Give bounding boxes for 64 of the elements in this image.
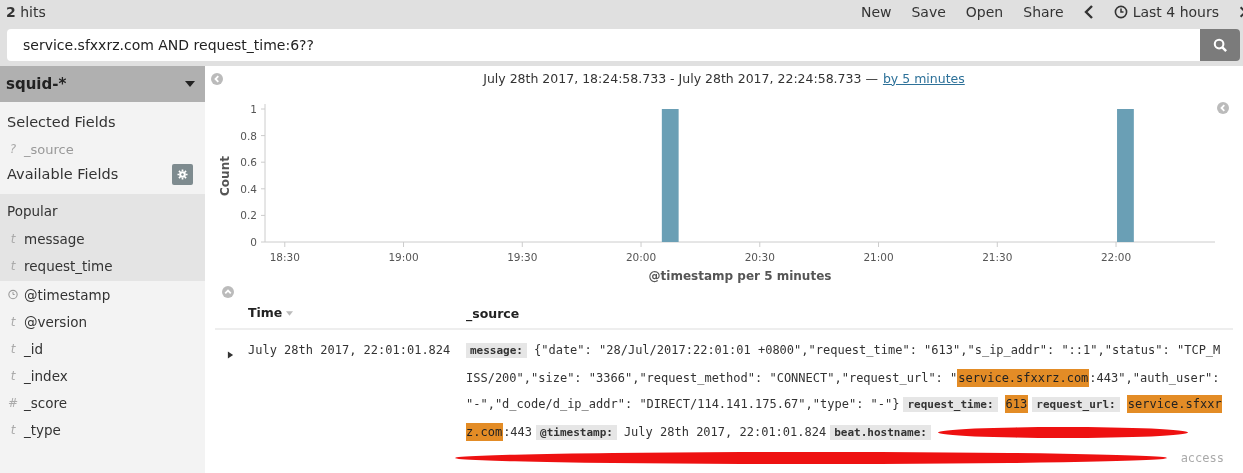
field-type-icon: t xyxy=(8,231,18,246)
section-title: Popular xyxy=(6,202,59,221)
histogram-bar[interactable] xyxy=(661,109,679,242)
expand-toggle[interactable] xyxy=(227,351,234,359)
search-icon xyxy=(1212,37,1228,53)
field-type-icon: # xyxy=(8,395,18,410)
x-tick-label: 21:30 xyxy=(982,251,1013,263)
field-name[interactable]: @timestamp xyxy=(24,286,111,303)
time-range-text: July 28th 2017, 18:24:58.733 - July 28th 2017, 22:24:58.733 — xyxy=(483,70,878,86)
caret-icon xyxy=(185,81,195,87)
column-header[interactable]: _source xyxy=(466,305,520,321)
search-field[interactable]: service.sfxxrz.com AND request_time:6?? xyxy=(7,29,1200,61)
menu-link[interactable]: Open xyxy=(965,4,1004,20)
collapse-icon[interactable] xyxy=(211,73,223,85)
y-tick-label: 0.4 xyxy=(240,182,257,195)
x-tick-label: 20:30 xyxy=(744,251,775,263)
sort-caret-icon[interactable] xyxy=(286,310,294,316)
x-tick-label: 22:00 xyxy=(1100,251,1132,263)
x-axis-title: @timestamp per 5 minutes xyxy=(648,269,832,283)
y-tick-label: 0.6 xyxy=(240,156,257,169)
settings-button[interactable] xyxy=(172,163,193,185)
field-name[interactable]: _type xyxy=(24,421,61,438)
y-tick-label: 0 xyxy=(250,236,257,248)
menu-link[interactable]: New xyxy=(860,4,892,20)
field-type-icon: t xyxy=(8,314,18,329)
gear-icon xyxy=(177,168,188,180)
clock-icon xyxy=(1113,5,1128,19)
x-tick-label: 21:00 xyxy=(863,251,894,263)
x-tick-label: 19:30 xyxy=(507,251,538,263)
collapse-icon[interactable] xyxy=(222,286,234,298)
chevron-left-icon[interactable] xyxy=(1083,5,1094,19)
field-type-icon: t xyxy=(8,422,18,437)
clock-icon xyxy=(8,289,18,300)
x-tick-label: 19:00 xyxy=(388,251,419,263)
section-title: Selected Fields xyxy=(6,113,117,132)
field-name[interactable]: _index xyxy=(24,367,68,384)
section-title: Available Fields xyxy=(6,165,120,184)
index-pattern-selector[interactable]: squid-* xyxy=(0,66,205,102)
field-value: access xyxy=(1180,451,1224,465)
column-header[interactable]: Time xyxy=(248,300,466,326)
collapse-icon[interactable] xyxy=(1217,102,1229,114)
interval-link[interactable]: by 5 minutes xyxy=(882,70,965,86)
time-cell-text: July 28th 2017, 22:01:01.824 xyxy=(248,342,452,359)
field-type-icon: t xyxy=(8,341,18,356)
y-tick-label: 1 xyxy=(250,103,257,115)
field-name[interactable]: @version xyxy=(24,313,87,330)
field-type-icon: t xyxy=(8,258,18,273)
field-name[interactable]: _id xyxy=(24,340,44,357)
time-picker[interactable]: Last 4 hours xyxy=(1113,4,1219,20)
search-button[interactable] xyxy=(1200,29,1240,61)
field-type-icon: ? xyxy=(8,142,18,156)
y-tick-label: 0.2 xyxy=(240,209,257,222)
field-name[interactable]: _score xyxy=(24,394,68,411)
field-type-icon: t xyxy=(8,368,18,383)
y-tick-label: 0.8 xyxy=(240,129,257,142)
field-name[interactable]: request_time xyxy=(24,257,113,274)
x-tick-label: 18:30 xyxy=(269,251,300,263)
y-axis-title: Count xyxy=(218,156,232,196)
menu-link[interactable]: Save xyxy=(911,4,946,20)
hit-count: 2 hits xyxy=(6,4,46,20)
x-tick-label: 20:00 xyxy=(625,251,657,263)
field-name[interactable]: message xyxy=(24,230,85,247)
source-text: message: {"date": "28/Jul/2017:22:01:01 +0800","request_time": "613","s_ip_addr": "::1","status": "TCP_MISS/200","size": "3366","request_method": "CONNECT","request_url": "service.sfxxrz.com:443","auth_user": "-","d_code/d_ip_addr": "DIRECT/114.141.175.67","type": "-"} request_time: 613 request_url: service.sfxxrz.com:443 @timestamp: July 28th 2017, 22:01:01.824 beat.hostname: xyxy=(466,342,1223,443)
menu-link[interactable]: Share xyxy=(1023,4,1064,20)
